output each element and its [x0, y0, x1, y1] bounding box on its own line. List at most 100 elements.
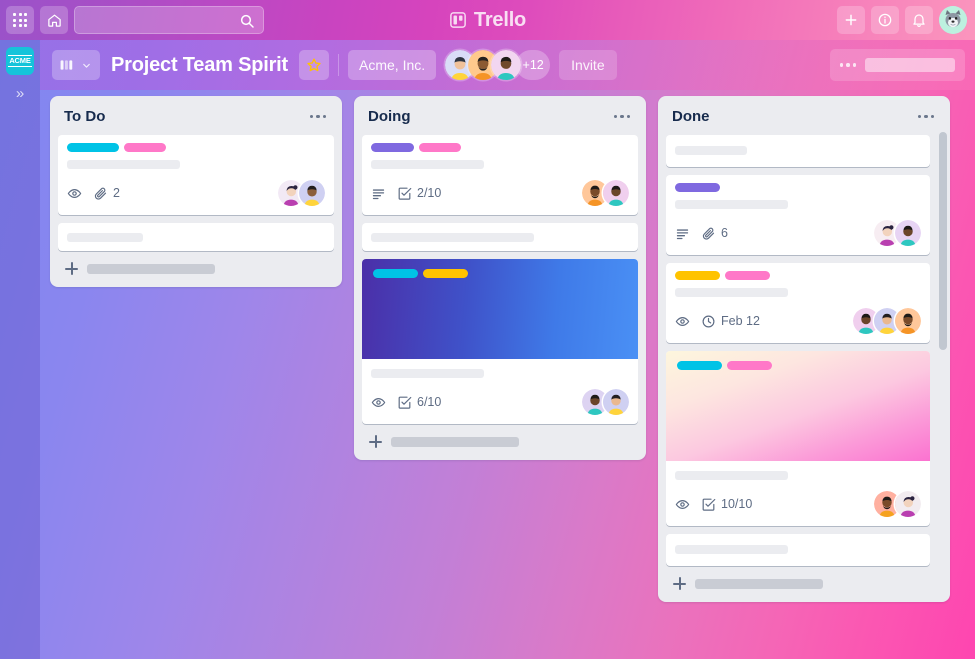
card-done-4[interactable]: 10/10 — [666, 351, 930, 526]
board-menu-button[interactable] — [829, 49, 965, 81]
card-avatar-person-teal[interactable] — [895, 220, 921, 246]
board-switcher-button[interactable] — [52, 50, 100, 80]
card-done-1[interactable] — [666, 135, 930, 167]
list-menu-dots-icon[interactable] — [610, 111, 635, 123]
card-body: 10/10 — [666, 461, 930, 526]
card-todo-2[interactable] — [58, 223, 334, 251]
card-doing-2[interactable] — [362, 223, 638, 251]
card-labels — [677, 361, 772, 370]
card-badge-due-date: Feb 12 — [701, 314, 760, 329]
card-cover-gradient-blue — [362, 259, 638, 359]
list-header: Done — [666, 104, 934, 135]
add-card-todo[interactable] — [58, 251, 334, 281]
bell-icon — [913, 14, 925, 27]
card-done-3[interactable]: Feb 12 — [666, 263, 930, 343]
card-label-cyan[interactable] — [677, 361, 722, 370]
card-badge-description — [371, 186, 386, 201]
card-label-pink[interactable] — [725, 271, 770, 280]
card-label-cyan[interactable] — [373, 269, 418, 278]
card-label-yellow[interactable] — [675, 271, 720, 280]
card-meta: 10/10 — [675, 491, 921, 517]
card-title-placeholder — [675, 200, 788, 209]
card-avatar-man-beard-orange[interactable] — [895, 308, 921, 334]
card-title-placeholder — [675, 471, 788, 480]
list-cards: 2 — [58, 135, 334, 251]
info-button[interactable] — [871, 6, 899, 34]
card-meta: 6 — [675, 220, 921, 246]
avatar-illustration — [895, 220, 921, 246]
sidebar-expand-button[interactable]: » — [16, 86, 24, 101]
card-label-pink[interactable] — [727, 361, 772, 370]
user-avatar-husky — [939, 6, 967, 34]
sidebar-workspace-acme[interactable]: ACME — [6, 47, 34, 75]
card-doing-1[interactable]: 2/10 — [362, 135, 638, 215]
list-menu-dots-icon[interactable] — [914, 111, 939, 123]
checklist-icon — [398, 187, 412, 200]
card-label-pink[interactable] — [419, 143, 461, 152]
search-icon — [240, 14, 254, 28]
card-badge-watching — [371, 395, 386, 410]
create-button[interactable] — [837, 6, 865, 34]
card-avatar-woman-magenta[interactable] — [895, 491, 921, 517]
card-title-placeholder — [675, 146, 747, 155]
add-card-placeholder — [391, 436, 519, 447]
card-title-placeholder — [67, 233, 143, 242]
card-members — [874, 220, 921, 246]
sidebar-workspace-label: ACME — [8, 54, 32, 68]
card-members — [278, 180, 325, 206]
card-label-cyan[interactable] — [67, 143, 119, 152]
card-done-5[interactable] — [666, 534, 930, 566]
card-badge-due-date-text: Feb 12 — [721, 314, 760, 328]
card-avatar-person-yellow[interactable] — [603, 389, 629, 415]
user-avatar[interactable] — [939, 6, 967, 34]
list-cards: 2/10 6/10 — [362, 135, 638, 424]
card-meta: 2 — [67, 180, 325, 206]
chevron-down-icon — [83, 63, 90, 68]
card-done-2[interactable]: 6 — [666, 175, 930, 255]
list-header: Doing — [362, 104, 638, 135]
board-star-button[interactable] — [299, 50, 329, 80]
invite-button[interactable]: Invite — [559, 50, 617, 80]
card-title-placeholder — [675, 288, 788, 297]
home-button[interactable] — [40, 6, 68, 34]
card-label-pink[interactable] — [124, 143, 166, 152]
organization-button[interactable]: Acme, Inc. — [348, 50, 437, 80]
card-labels — [675, 271, 921, 280]
board-menu-placeholder — [865, 58, 955, 72]
card-badge-checklist: 10/10 — [701, 497, 752, 512]
brand-name: Trello — [473, 8, 527, 31]
star-icon — [307, 58, 321, 72]
header-divider — [338, 54, 339, 76]
members-overflow-badge[interactable]: +12 — [516, 50, 551, 80]
add-card-done[interactable] — [666, 566, 930, 596]
card-todo-1[interactable]: 2 — [58, 135, 334, 215]
avatar-illustration — [603, 389, 629, 415]
card-label-purple[interactable] — [371, 143, 414, 152]
search-input[interactable] — [74, 6, 264, 34]
member-avatar-3[interactable] — [491, 50, 522, 80]
board-title: Project Team Spirit — [111, 53, 288, 76]
eye-icon — [675, 499, 690, 509]
card-avatar-person-teal[interactable] — [603, 180, 629, 206]
card-title-placeholder — [371, 369, 484, 378]
card-body: 6/10 — [362, 359, 638, 424]
add-card-doing[interactable] — [362, 424, 638, 454]
trello-app: Trello ACME » Project Team Spirit Acme, … — [0, 0, 975, 659]
card-badge-watching — [675, 497, 690, 512]
card-doing-3[interactable]: 6/10 — [362, 259, 638, 424]
list-title: To Do — [64, 108, 106, 125]
list-scrollbar[interactable] — [939, 132, 947, 350]
list-menu-dots-icon[interactable] — [306, 111, 331, 123]
card-members — [582, 389, 629, 415]
card-badge-checklist-count: 2/10 — [417, 186, 442, 200]
card-label-purple[interactable] — [675, 183, 720, 192]
description-icon — [372, 188, 385, 199]
card-badge-checklist-count: 6/10 — [417, 395, 442, 409]
card-labels — [371, 143, 629, 152]
apps-grid-button[interactable] — [6, 6, 34, 34]
card-avatar-person-yellow[interactable] — [299, 180, 325, 206]
card-label-yellow[interactable] — [423, 269, 468, 278]
board-header-bar: Project Team Spirit Acme, Inc. +12 Invit… — [40, 40, 975, 90]
card-cover-gradient-pink — [666, 351, 930, 461]
notifications-button[interactable] — [905, 6, 933, 34]
